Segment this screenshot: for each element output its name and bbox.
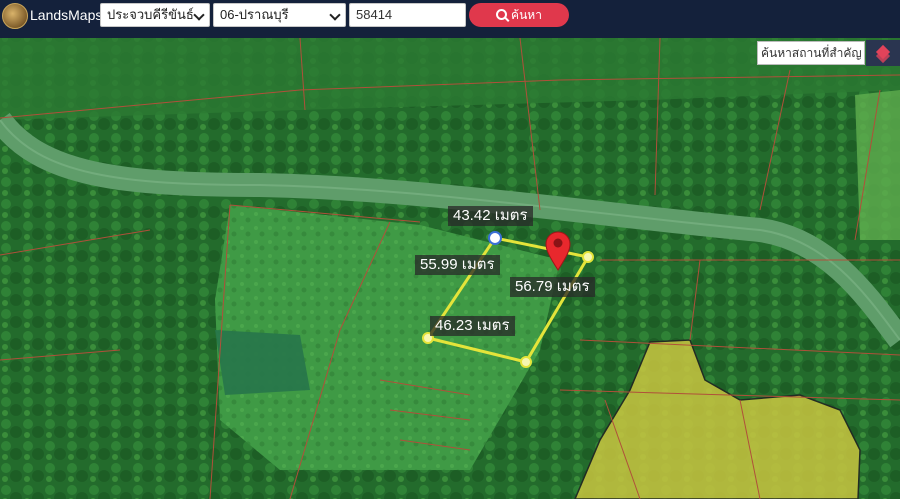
top-bar: LandsMaps ประจวบคีรีขันธ์ 06-ปราณบุรี 58… bbox=[0, 0, 900, 38]
search-button[interactable]: ค้นหา bbox=[469, 3, 569, 27]
magnifier-icon bbox=[496, 9, 508, 20]
distance-label-top: 43.42 เมตร bbox=[448, 206, 533, 226]
vertex-handle[interactable] bbox=[520, 356, 532, 368]
district-select-value: 06-ปราณบุรี bbox=[220, 7, 289, 22]
distance-label-bottom: 46.23 เมตร bbox=[430, 316, 515, 336]
vertex-handle[interactable] bbox=[582, 251, 594, 263]
distance-label-right: 56.79 เมตร bbox=[510, 277, 595, 297]
parcel-number-input[interactable]: 58414 bbox=[349, 3, 466, 27]
search-button-label: ค้นหา bbox=[511, 8, 542, 22]
pond bbox=[215, 330, 310, 395]
chevron-down-icon bbox=[193, 9, 205, 21]
brand-name[interactable]: LandsMaps bbox=[30, 7, 102, 23]
landmark-search-input[interactable]: ค้นหาสถานที่สำคัญ bbox=[757, 41, 865, 65]
district-select[interactable]: 06-ปราณบุรี bbox=[213, 3, 346, 27]
province-select[interactable]: ประจวบคีรีขันธ์ bbox=[100, 3, 210, 27]
vertex-handle[interactable] bbox=[488, 231, 502, 245]
map-view[interactable]: 43.42 เมตร 55.99 เมตร 56.79 เมตร 46.23 เ… bbox=[0, 38, 900, 499]
distance-label-left: 55.99 เมตร bbox=[415, 255, 500, 275]
seal-logo-icon[interactable] bbox=[2, 3, 28, 29]
chevron-down-icon bbox=[329, 9, 341, 21]
landmark-search-placeholder: ค้นหาสถานที่สำคัญ bbox=[761, 46, 862, 60]
parcel-number-value: 58414 bbox=[356, 7, 393, 22]
open-field bbox=[855, 90, 900, 240]
layers-button[interactable] bbox=[866, 40, 900, 66]
province-select-value: ประจวบคีรีขันธ์ bbox=[107, 7, 194, 22]
